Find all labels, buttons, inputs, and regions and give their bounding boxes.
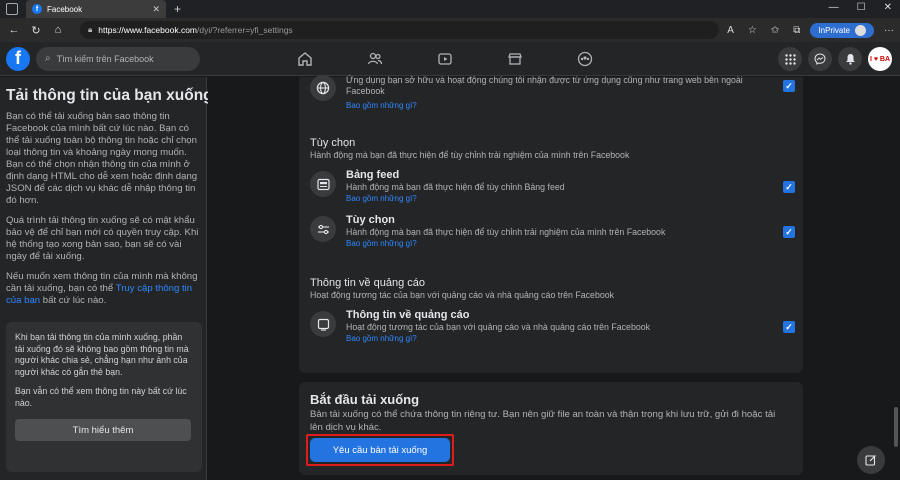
profile-avatar[interactable]: I ♥ BA [868,47,892,71]
page-title: Tải thông tin của bạn xuống [6,87,213,104]
compose-icon [865,455,876,466]
nav-groups-icon[interactable] [550,42,620,76]
start-download-title: Bắt đầu tải xuống [310,392,420,407]
favorite-icon[interactable]: ☆ [748,25,757,36]
preferences-title: Tùy chọn [346,214,395,226]
ads-what-included-link[interactable]: Bao gồm những gì? [346,333,776,344]
toolbar-icons: A ☆ ✩ ⧉ [727,25,800,36]
preferences-row-text: Tùy chọn Hành động mà bạn đã thực hiện đ… [346,214,776,249]
facebook-header: f ⌕ Tìm kiếm trên Facebook I ♥ BA [0,42,900,76]
ads-row-text: Thông tin về quảng cáo Hoạt động tương t… [346,309,776,344]
browser-tabbar: f Facebook ✕ + — ☐ ✕ [0,0,900,18]
feed-icon [310,171,336,197]
preferences-section-title: Tùy chọn [310,137,356,149]
browser-tab[interactable]: f Facebook ✕ [26,0,166,18]
home-icon[interactable]: ⌂ [50,24,66,36]
feed-row: Bảng feed Hành động mà bạn đã thực hiện … [310,169,795,205]
ads-monitor-icon [310,311,336,337]
maximize-icon[interactable]: ☐ [857,2,866,13]
facebook-favicon-icon: f [32,4,42,14]
url-path: /dyi/?referrer=yfi_settings [197,25,293,35]
ads-section-desc: Hoạt động tương tác của bạn với quảng cá… [310,290,615,300]
close-tab-icon[interactable]: ✕ [152,4,160,15]
nav-watch-icon[interactable] [410,42,480,76]
info-notice-box: Khi bạn tải thông tin của mình xuống, ph… [6,322,202,472]
browser-menu-icon[interactable]: ··· [884,25,894,36]
collections-icon[interactable]: ⧉ [793,25,800,36]
nav-friends-icon[interactable] [340,42,410,76]
inprivate-badge[interactable]: InPrivate [810,22,874,38]
window-controls: — ☐ ✕ [829,2,892,13]
lock-icon: 🔒︎ [88,25,93,34]
search-input[interactable]: ⌕ Tìm kiếm trên Facebook [36,46,200,71]
ads-title: Thông tin về quảng cáo [346,309,470,321]
feed-desc: Hành động mà bạn đã thực hiện để tùy chỉ… [346,182,565,192]
favorites-icon[interactable]: ✩ [771,25,779,36]
notice-text-2: Bạn vẫn có thể xem thông tin này bất cứ … [15,386,187,408]
request-download-button[interactable]: Yêu cầu bản tải xuống [310,438,450,462]
ads-section-title: Thông tin về quảng cáo [310,277,425,289]
preferences-section-desc: Hành động mà bạn đã thực hiện để tùy chỉ… [310,150,630,160]
what-included-link[interactable]: Bao gồm những gì? [346,100,776,111]
center-nav [270,42,620,76]
url-host: https://www.facebook.com [98,25,198,35]
facebook-logo-icon[interactable]: f [6,46,30,71]
feed-title: Bảng feed [346,169,400,181]
browser-avatar [855,24,866,36]
browser-toolbar: ← ↻ ⌂ 🔒︎ https://www.facebook.com/dyi/?r… [0,18,900,42]
header-right-nav: I ♥ BA [778,47,892,71]
preferences-row: Tùy chọn Hành động mà bạn đã thực hiện đ… [310,214,795,250]
sliders-icon [310,216,336,242]
minimize-icon[interactable]: — [829,2,839,13]
offsite-activity-row: Ứng dụng bạn sở hữu và hoạt động chúng t… [310,75,795,111]
feed-row-text: Bảng feed Hành động mà bạn đã thực hiện … [346,169,776,204]
nav-marketplace-icon[interactable] [480,42,550,76]
sidebar-intro-text: Bạn có thể tải xuống bản sao thông tin F… [6,111,198,206]
globe-icon [310,75,336,101]
new-message-button[interactable] [857,446,885,474]
read-aloud-icon[interactable]: A [727,25,734,36]
ads-checkbox[interactable]: ✓ [783,321,795,333]
feed-checkbox[interactable]: ✓ [783,181,795,193]
search-placeholder: Tìm kiếm trên Facebook [56,53,154,64]
nav-home-icon[interactable] [270,42,340,76]
learn-more-button[interactable]: Tìm hiểu thêm [15,419,191,441]
inprivate-label: InPrivate [818,25,850,35]
feed-what-included-link[interactable]: Bao gồm những gì? [346,193,776,204]
scroll-thumb[interactable] [894,407,898,447]
sidebar-access-text: Nếu muốn xem thông tin của mình mà không… [6,271,200,307]
info-categories-card: Ứng dụng bạn sở hữu và hoạt động chúng t… [299,75,803,373]
offsite-activity-text: Ứng dụng bạn sở hữu và hoạt động chúng t… [346,75,776,111]
preferences-what-included-link[interactable]: Bao gồm những gì? [346,238,776,249]
sidebar-access-after: bất cứ lúc nào. [40,295,107,306]
page-scrollbar[interactable] [892,77,898,480]
sidebar-password-text: Quá trình tải thông tin xuống sẽ có mật … [6,215,199,262]
preferences-desc: Hành động mà bạn đã thực hiện để tùy chỉ… [346,227,666,237]
refresh-icon[interactable]: ↻ [28,24,44,37]
main-content: Ứng dụng bạn sở hữu và hoạt động chúng t… [208,75,900,480]
messenger-icon[interactable] [808,47,832,71]
tab-actions-icon[interactable] [6,3,18,15]
offsite-activity-checkbox[interactable]: ✓ [783,80,795,92]
ads-row: Thông tin về quảng cáo Hoạt động tương t… [310,309,795,345]
tab-title: Facebook [47,4,83,14]
back-icon[interactable]: ← [6,24,22,36]
notice-text: Khi bạn tải thông tin của mình xuống, ph… [15,332,189,377]
menu-grid-icon[interactable] [778,47,802,71]
close-window-icon[interactable]: ✕ [884,2,892,13]
sidebar: Tải thông tin của bạn xuống Bạn có thể t… [0,77,213,480]
new-tab-icon[interactable]: + [174,2,181,16]
ads-desc: Hoạt động tương tác của bạn với quảng cá… [346,322,651,332]
start-download-desc: Bản tải xuống có thể chứa thông tin riên… [310,409,776,433]
address-bar[interactable]: 🔒︎ https://www.facebook.com/dyi/?referre… [80,21,720,39]
profile-avatar-text: I ♥ BA [869,55,891,63]
preferences-checkbox[interactable]: ✓ [783,226,795,238]
notifications-bell-icon[interactable] [838,47,862,71]
search-icon: ⌕ [45,53,51,64]
row-description: Ứng dụng bạn sở hữu và hoạt động chúng t… [346,75,743,96]
